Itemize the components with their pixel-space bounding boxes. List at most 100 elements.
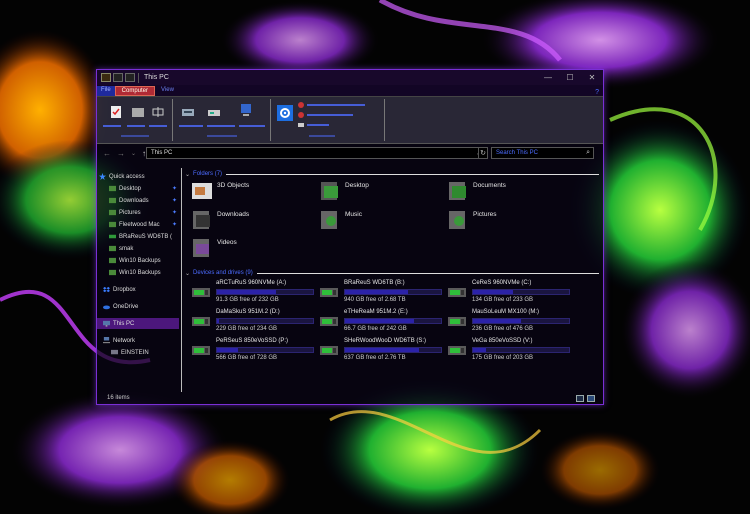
folder-3d-objects[interactable]: 3D Objects [191,180,319,206]
sidebar-item-smak[interactable]: smak [97,243,179,254]
cloud-icon [103,305,110,310]
rename-ribbon-icon[interactable] [151,105,165,119]
map-network-drive-icon[interactable] [207,105,221,119]
folder-music[interactable]: Music [319,209,447,235]
sidebar-item-downloads[interactable]: Downloads ✦ [97,195,179,206]
drive-usage-fill [345,319,415,323]
folder-videos[interactable]: Videos [191,237,319,263]
folders-group-header[interactable]: ⌄ Folders (7) [185,169,599,179]
ribbon-label-line [307,104,365,106]
drive-free-space: 175 GB free of 203 GB [472,355,534,361]
large-icons-view-icon[interactable] [587,394,595,402]
help-icon[interactable]: ? [591,89,603,96]
drive-free-space: 66.7 GB free of 242 GB [344,326,407,332]
pictures-icon [109,209,116,216]
sidebar-item-quick-access[interactable]: Quick access [97,171,179,182]
drive-usage-bar [344,289,442,295]
desktop-folder-icon [321,182,338,200]
drive-name: DaMaSkuS 951M.2 (D:) [216,309,280,315]
sidebar-item-desktop[interactable]: Desktop ✦ [97,183,179,194]
tab-computer[interactable]: Computer [114,86,156,96]
drive-free-space: 91.3 GB free of 232 GB [216,297,279,303]
search-input[interactable]: Search This PC ⌕ [491,147,594,159]
drives-group-header[interactable]: ⌄ Devices and drives (9) [185,268,599,278]
drive-tile[interactable]: aRCTuRuS 960NVMe (A:) 91.3 GB free of 232… [191,280,319,308]
drive-usage-bar [472,289,570,295]
drive-usage-bar [344,318,442,324]
close-button[interactable]: ✕ [581,70,603,85]
folder-downloads[interactable]: Downloads [191,209,319,235]
explorer-window: This PC — ☐ ✕ File Computer View ? ← → ⌄… [96,69,604,405]
manage-icon[interactable] [297,121,305,129]
navigation-pane: Quick access Desktop ✦ Downloads ✦ Pictu… [97,168,182,392]
sidebar-item-pictures[interactable]: Pictures ✦ [97,207,179,218]
search-placeholder: Search This PC [496,150,538,156]
address-field[interactable]: This PC ⌄ [146,147,485,159]
drive-tile[interactable]: CeReS 960NVMe (C:) 134 GB free of 233 GB [447,280,575,308]
settings-gear-icon[interactable] [277,105,293,121]
back-button[interactable]: ← [103,149,111,158]
drive-tile[interactable]: eTHeReaM 951M.2 (E:) 66.7 GB free of 242 … [319,309,447,337]
sidebar-item-fleetwood-mac[interactable]: Fleetwood Mac ✦ [97,219,179,230]
title-bar[interactable]: This PC — ☐ ✕ [97,70,603,85]
uninstall-program-icon[interactable] [297,101,305,109]
maximize-button[interactable]: ☐ [559,70,581,85]
tab-view[interactable]: View [155,86,180,96]
drive-usage-fill [217,290,276,294]
drive-name: VeGa 850eVoSSD (V:) [472,338,533,344]
properties-ribbon-icon[interactable] [109,105,123,119]
sidebar-item-win10-backups[interactable]: Win10 Backups [97,267,179,278]
tab-file[interactable]: File [97,86,115,96]
forward-button[interactable]: → [117,149,125,158]
folder-pictures[interactable]: Pictures [447,209,575,235]
sidebar-item-label: Desktop [119,185,142,192]
file-list: ⌄ Folders (7) 3D Objects Desktop Documen… [183,163,603,391]
drive-tile[interactable]: DaMaSkuS 951M.2 (D:) 229 GB free of 234 G… [191,309,319,337]
sidebar-item-win10-backups[interactable]: Win10 Backups [97,255,179,266]
recent-locations-button[interactable]: ⌄ [131,150,136,157]
drive-free-space: 229 GB free of 234 GB [216,326,278,332]
drive-free-space: 236 GB free of 476 GB [472,326,534,332]
sidebar-item-einstein[interactable]: EINSTEIN [97,347,179,358]
minimize-button[interactable]: — [537,70,559,85]
drive-icon [320,346,338,355]
sidebar-item-label: Network [113,337,136,344]
folder-icon [109,257,116,264]
access-media-icon[interactable] [181,105,195,119]
drive-tile[interactable]: VeGa 850eVoSSD (V:) 175 GB free of 203 GB [447,338,575,366]
properties-icon[interactable] [113,73,123,82]
ribbon [97,96,603,144]
item-count: 16 items [107,395,130,401]
pin-icon: ✦ [171,198,177,204]
drive-tile[interactable]: SHeRWoodWooD WD6TB (S:) 637 GB free of 2.… [319,338,447,366]
drive-tile[interactable]: BRaReuS WD6TB (B:) 940 GB free of 2.68 TB [319,280,447,308]
drive-tile[interactable]: PeRSeuS 850eVoSSD (P:) 566 GB free of 728… [191,338,319,366]
drive-free-space: 637 GB free of 2.76 TB [344,355,406,361]
sidebar-item-label: Downloads [119,197,149,204]
sidebar-item-brareus[interactable]: BRaReuS WD6TB ( [97,231,179,242]
drive-usage-fill [217,348,239,352]
refresh-button[interactable]: ↻ [478,147,488,159]
sidebar-item-network[interactable]: Network [97,335,179,346]
pane-splitter[interactable] [181,168,182,392]
folder-documents[interactable]: Documents [447,180,575,206]
new-folder-icon[interactable] [125,73,135,82]
open-ribbon-icon[interactable] [131,105,145,119]
ribbon-group-label-line [207,135,237,137]
sidebar-item-onedrive[interactable]: OneDrive [97,301,179,312]
pictures-folder-icon [449,211,465,229]
folder-label: Downloads [217,211,250,218]
sidebar-item-dropbox[interactable]: Dropbox [97,284,179,295]
system-properties-icon[interactable] [297,111,305,119]
drive-free-space: 940 GB free of 2.68 TB [344,297,406,303]
add-network-location-icon[interactable] [239,103,253,117]
drive-free-space: 134 GB free of 233 GB [472,297,534,303]
dropbox-icon [103,286,110,293]
details-view-icon[interactable] [576,394,584,402]
sidebar-item-this-pc[interactable]: This PC [97,318,179,329]
folder-desktop[interactable]: Desktop [319,180,447,206]
drive-usage-fill [345,290,409,294]
sidebar-item-label: EINSTEIN [121,349,149,356]
folder-app-icon [101,73,111,82]
drive-tile[interactable]: MauSoLeuM MX100 (M:) 236 GB free of 476 G… [447,309,575,337]
